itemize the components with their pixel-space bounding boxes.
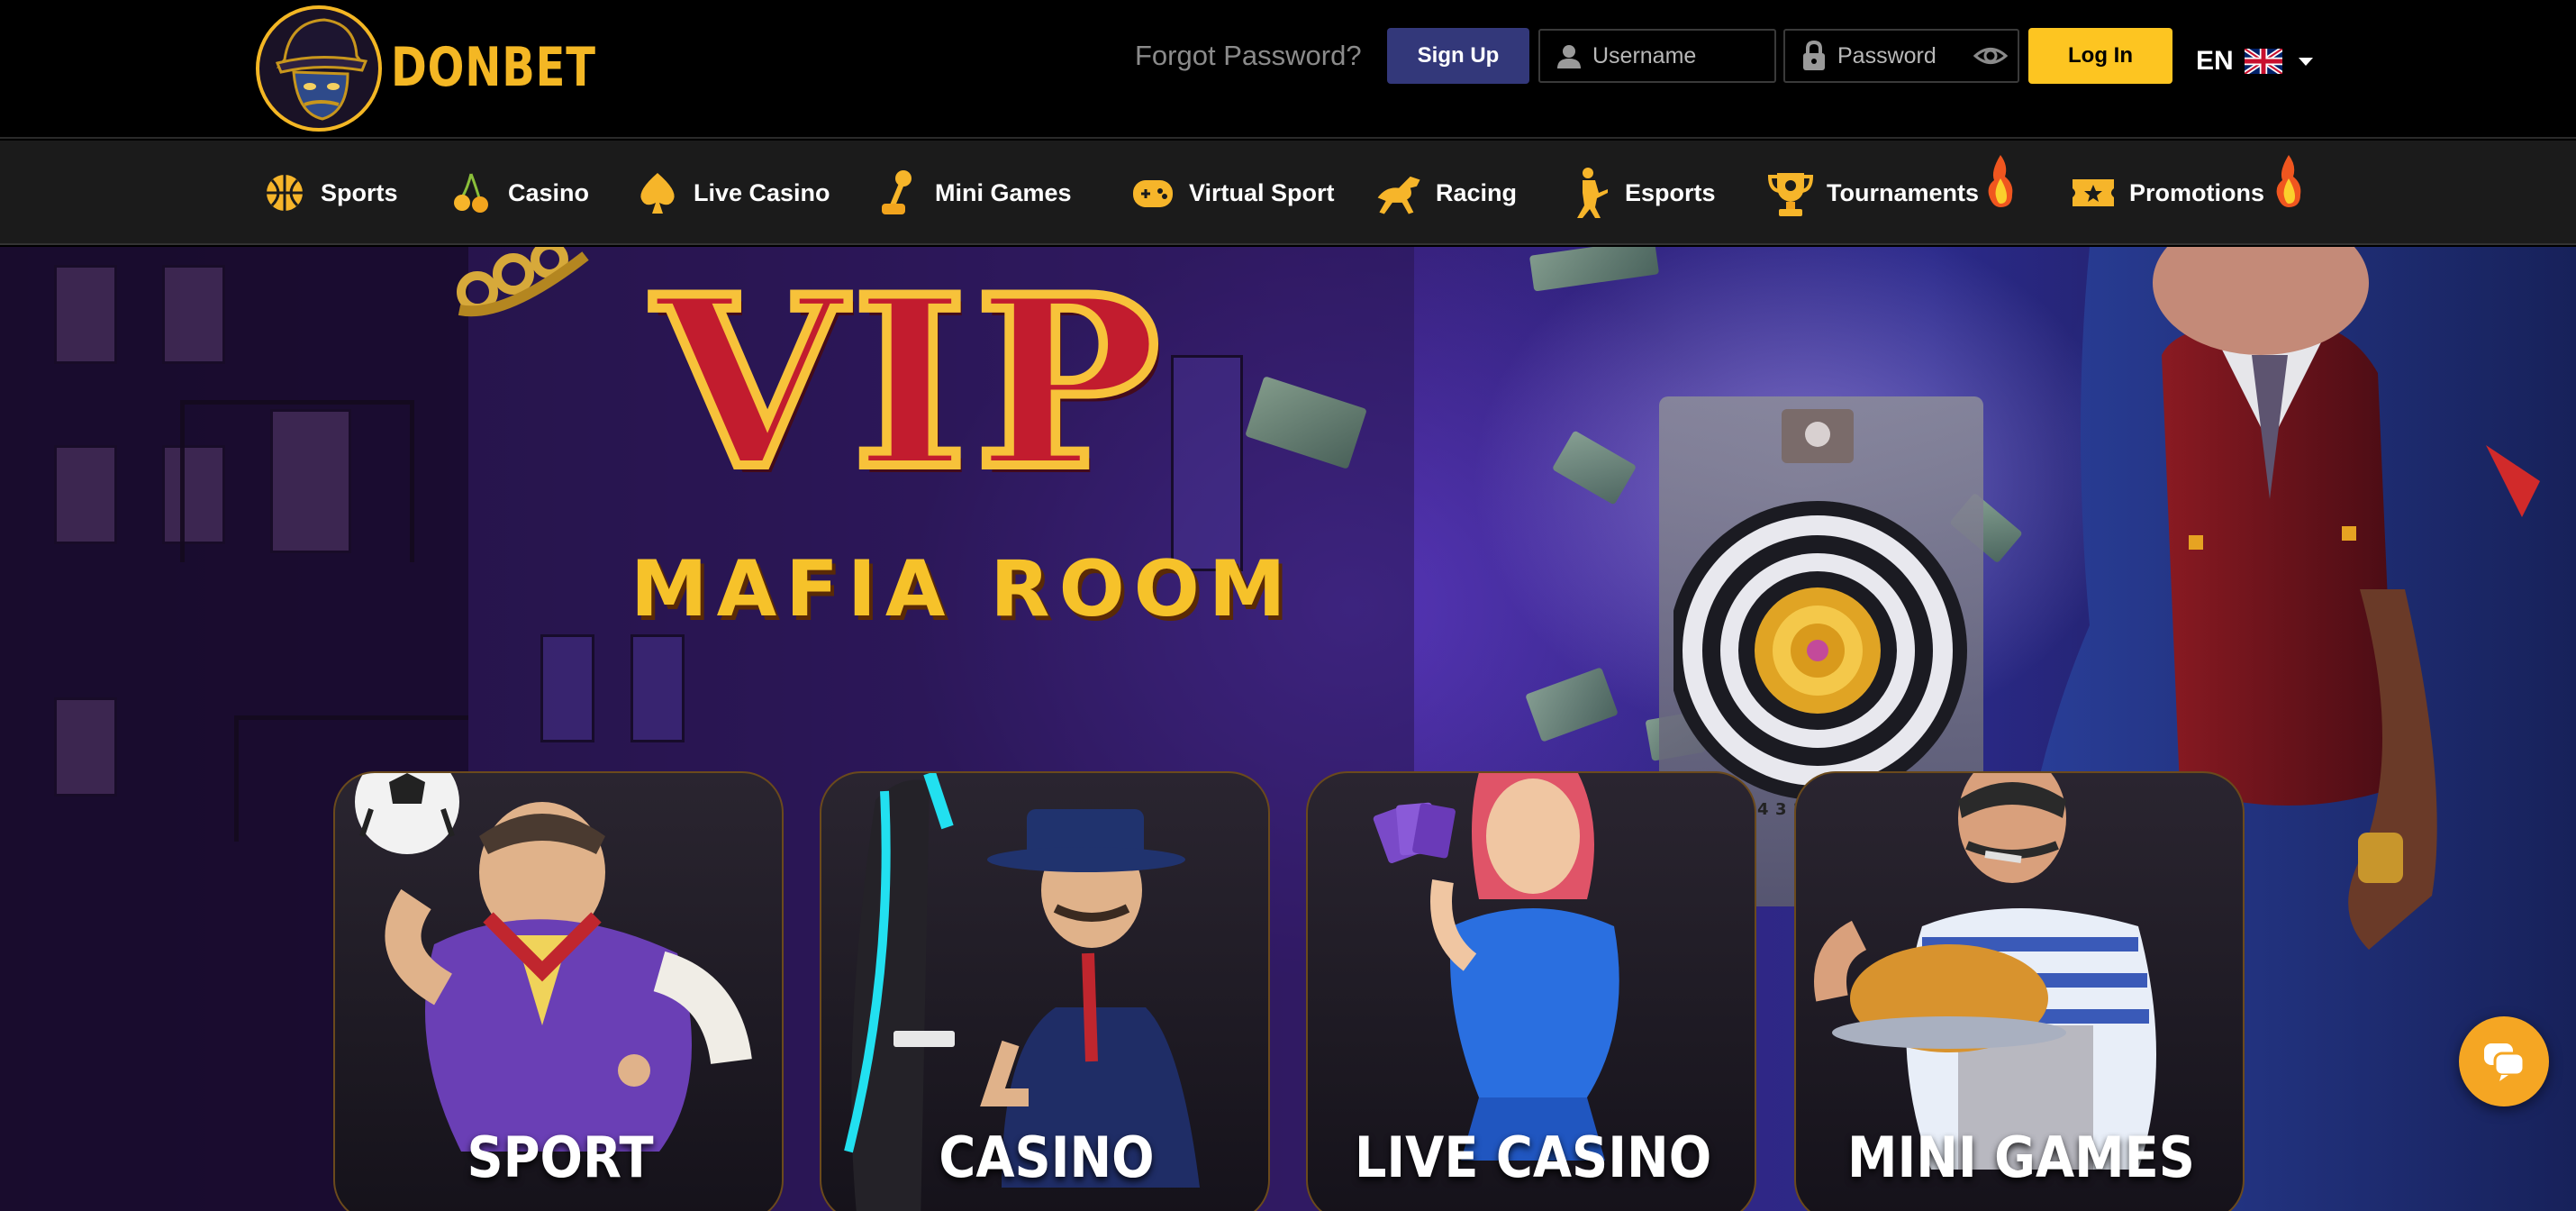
nav-label: Promotions: [2129, 178, 2265, 206]
hero-subtitle: MAFIA ROOM: [630, 544, 1295, 634]
log-in-button[interactable]: Log In: [2028, 28, 2172, 84]
basketball-icon: [259, 168, 310, 218]
joystick-icon: [874, 168, 924, 218]
brass-knuckles-icon: [457, 247, 589, 317]
dartboard-number: 3: [1775, 800, 1787, 819]
nav-item-sports[interactable]: Sports: [259, 141, 398, 245]
trophy-icon: [1765, 168, 1816, 218]
ticket-icon: [2068, 168, 2118, 218]
top-header: DONBET Forgot Password? Sign Up Log In E…: [0, 0, 2576, 139]
nav-label: Tournaments: [1827, 178, 1980, 206]
uk-flag-icon: [2244, 49, 2282, 74]
money-bill: [1528, 247, 1660, 292]
nav-label: Virtual Sport: [1189, 178, 1335, 206]
money-bill: [1525, 667, 1619, 742]
nav-label: Sports: [321, 178, 398, 206]
cherry-icon: [447, 168, 497, 218]
password-input[interactable]: [1837, 42, 1973, 69]
brand-name: DONBET: [391, 36, 596, 99]
sign-up-button[interactable]: Sign Up: [1387, 28, 1529, 84]
forgot-password-link[interactable]: Forgot Password?: [1135, 38, 1362, 74]
hero-banner: VIP MAFIA ROOM 8765432112345678: [0, 247, 2576, 1211]
fire-icon: [2276, 155, 2301, 207]
nav-item-promotions[interactable]: Promotions: [2068, 141, 2301, 245]
building-window: [162, 265, 225, 364]
live-chat-button[interactable]: [2459, 1016, 2549, 1106]
nav-label: Esports: [1625, 178, 1716, 206]
nav-item-racing[interactable]: Racing: [1374, 141, 1517, 245]
password-field[interactable]: [1783, 29, 2019, 83]
dartboard-number: 4: [1757, 800, 1769, 819]
building-window: [630, 634, 685, 742]
soldier-icon: [1564, 168, 1614, 218]
fire-escape: [180, 400, 414, 562]
horse-icon: [1374, 168, 1425, 218]
category-title: CASINO: [939, 1124, 1155, 1190]
nav-item-virtual-sport[interactable]: Virtual Sport: [1128, 141, 1335, 245]
category-title: MINI GAMES: [1846, 1124, 2195, 1190]
nav-label: Casino: [508, 178, 590, 206]
building-window: [540, 634, 594, 742]
nav-item-mini-games[interactable]: Mini Games: [874, 141, 1072, 245]
category-card-casino[interactable]: CASINO: [820, 771, 1270, 1211]
fire-icon: [1988, 155, 2013, 207]
category-card-live-casino[interactable]: LIVE CASINO: [1306, 771, 1756, 1211]
money-bill: [1551, 430, 1637, 505]
nav-label: Mini Games: [935, 178, 1072, 206]
language-selector[interactable]: EN: [2196, 43, 2313, 79]
category-card-mini-games[interactable]: MINI GAMES: [1794, 771, 2245, 1211]
brand-logo[interactable]: DONBET: [254, 4, 648, 132]
category-title: SPORT: [467, 1124, 654, 1190]
category-card-sport[interactable]: SPORT: [333, 771, 784, 1211]
lock-icon: [1796, 38, 1832, 74]
nav-label: Live Casino: [694, 178, 830, 206]
nav-item-live-casino[interactable]: Live Casino: [632, 141, 830, 245]
spade-icon: [632, 168, 683, 218]
username-field[interactable]: [1538, 29, 1776, 83]
gamepad-icon: [1128, 168, 1178, 218]
main-nav: Sports Casino Live Casino Mini Games Vir…: [0, 141, 2576, 245]
building-window: [54, 265, 117, 364]
username-input[interactable]: [1592, 42, 1728, 69]
mafia-head-logo-icon: [256, 5, 382, 132]
nav-item-tournaments[interactable]: Tournaments: [1765, 141, 2013, 245]
eye-icon[interactable]: [1973, 40, 2009, 72]
nav-item-esports[interactable]: Esports: [1564, 141, 1716, 245]
chat-bubble-icon: [2484, 1043, 2526, 1081]
nav-label: Racing: [1436, 178, 1518, 206]
category-title: LIVE CASINO: [1354, 1124, 1712, 1190]
building-window: [1171, 355, 1243, 571]
user-icon: [1551, 38, 1587, 74]
nav-item-casino[interactable]: Casino: [447, 141, 589, 245]
hero-title: VIP: [649, 247, 1168, 521]
chevron-down-icon: [2298, 57, 2313, 66]
building-window: [54, 445, 117, 544]
building-window: [54, 697, 117, 797]
language-code: EN: [2196, 46, 2234, 76]
